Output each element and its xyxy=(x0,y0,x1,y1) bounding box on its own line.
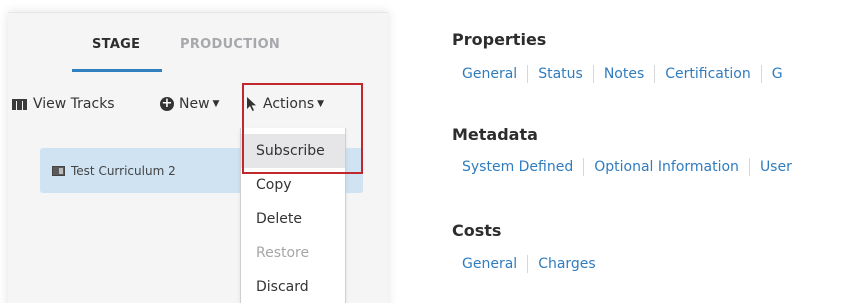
link-user[interactable]: User xyxy=(750,159,802,175)
link-charges[interactable]: Charges xyxy=(528,256,606,272)
tab-stage[interactable]: STAGE xyxy=(92,37,140,52)
active-tab-indicator xyxy=(72,69,162,72)
link-status[interactable]: Status xyxy=(528,66,593,82)
link-truncated[interactable]: G xyxy=(762,66,793,82)
new-label: New xyxy=(179,96,210,112)
new-button[interactable]: + New ▼ xyxy=(160,96,219,112)
link-certification[interactable]: Certification xyxy=(655,66,760,82)
tab-production[interactable]: PRODUCTION xyxy=(180,37,280,52)
app-screen: STAGE PRODUCTION View Tracks + New ▼ Act… xyxy=(0,0,855,303)
annotation-highlight-box xyxy=(242,83,363,174)
link-notes[interactable]: Notes xyxy=(594,66,654,82)
curriculum-icon xyxy=(52,165,65,176)
section-title-properties: Properties xyxy=(452,30,547,49)
section-title-costs: Costs xyxy=(452,221,502,240)
metadata-links: System Defined Optional Information User xyxy=(452,158,802,176)
view-tracks-button[interactable]: View Tracks xyxy=(12,96,115,112)
menu-item-delete[interactable]: Delete xyxy=(241,202,345,236)
link-system-defined[interactable]: System Defined xyxy=(452,159,583,175)
list-item-label: Test Curriculum 2 xyxy=(71,163,176,178)
link-costs-general[interactable]: General xyxy=(452,256,527,272)
plus-circle-icon: + xyxy=(160,96,174,111)
left-panel: STAGE PRODUCTION View Tracks + New ▼ Act… xyxy=(8,12,388,303)
link-general[interactable]: General xyxy=(452,66,527,82)
grid-icon xyxy=(12,98,27,110)
costs-links: General Charges xyxy=(452,255,606,273)
caret-down-icon: ▼ xyxy=(212,99,220,109)
properties-links: General Status Notes Certification G xyxy=(452,65,793,83)
menu-item-restore: Restore xyxy=(256,245,310,261)
link-optional-information[interactable]: Optional Information xyxy=(584,159,749,175)
menu-item-discard[interactable]: Discard xyxy=(241,270,345,303)
section-title-metadata: Metadata xyxy=(452,125,538,144)
view-tracks-label: View Tracks xyxy=(33,96,115,112)
